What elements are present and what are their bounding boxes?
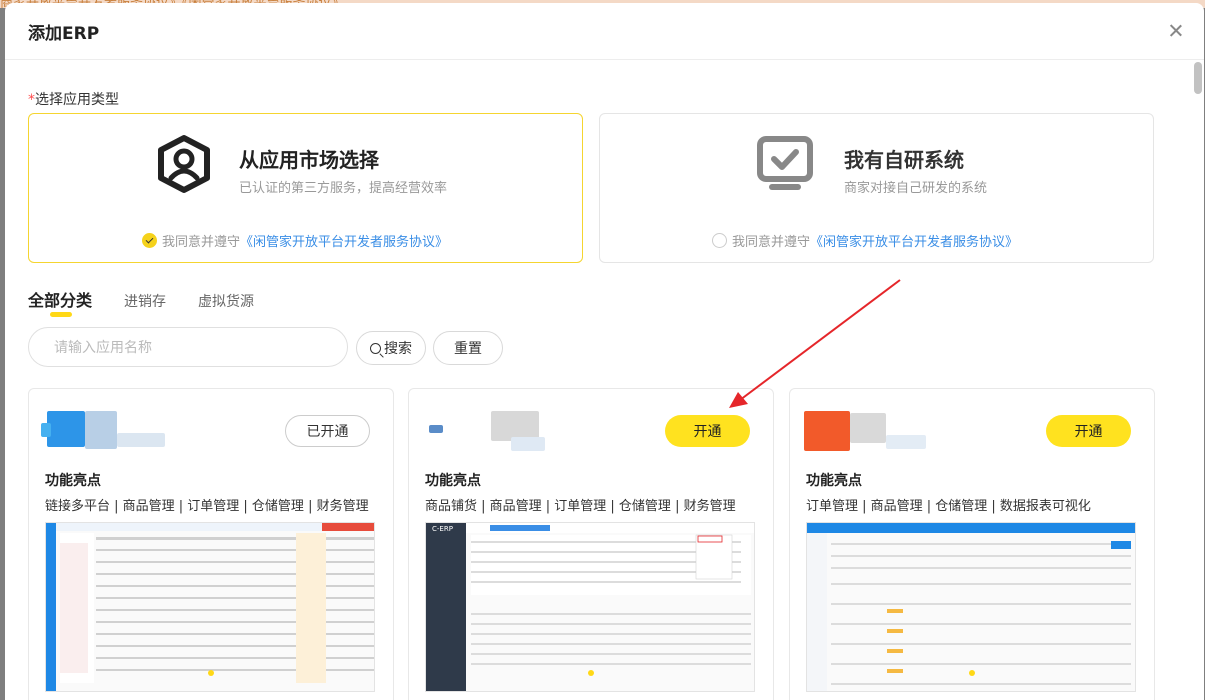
- tab-inventory[interactable]: 进销存: [124, 291, 166, 311]
- type-card-self-developed[interactable]: 我有自研系统 商家对接自己研发的系统 我同意并遵守 《闲管家开放平台开发者服务协…: [599, 113, 1154, 263]
- app-screenshot-image: [46, 523, 374, 691]
- feature-title: 功能亮点: [425, 470, 481, 492]
- feature-list: 订单管理 | 商品管理 | 仓储管理 | 数据报表可视化: [806, 499, 1091, 514]
- agree-text: 我同意并遵守: [732, 235, 811, 250]
- search-button[interactable]: 搜索: [356, 331, 426, 365]
- section-label: *选择应用类型: [28, 89, 119, 109]
- feature-title: 功能亮点: [45, 470, 101, 492]
- scrollbar-thumb[interactable]: [1194, 62, 1202, 94]
- shield-user-icon: [158, 135, 210, 193]
- search-icon: [370, 342, 381, 354]
- type-title: 从应用市场选择: [239, 148, 379, 172]
- tab-virtual-goods[interactable]: 虚拟货源: [198, 291, 254, 311]
- open-button[interactable]: 开通: [665, 415, 750, 447]
- app-screenshot: [45, 522, 375, 692]
- feature-title: 功能亮点: [806, 470, 862, 492]
- app-logo: [41, 409, 165, 451]
- app-logo: [802, 409, 926, 451]
- open-button[interactable]: 开通: [1046, 415, 1131, 447]
- search-button-label: 搜索: [384, 341, 412, 357]
- reset-button[interactable]: 重置: [433, 331, 503, 365]
- screenshot-brand: C-ERP: [432, 525, 453, 533]
- opened-button[interactable]: 已开通: [285, 415, 370, 447]
- section-label-text: 选择应用类型: [35, 92, 119, 108]
- close-icon[interactable]: [1166, 21, 1186, 41]
- agreement-checkbox[interactable]: 我同意并遵守 《闲管家开放平台开发者服务协议》: [712, 231, 1018, 250]
- checked-icon[interactable]: [142, 233, 157, 248]
- app-screenshot-image: C-ERP: [426, 523, 754, 691]
- app-card: 开通 功能亮点 订单管理 | 商品管理 | 仓储管理 | 数据报表可视化: [789, 388, 1155, 700]
- agree-text: 我同意并遵守: [162, 235, 241, 250]
- tab-all[interactable]: 全部分类: [28, 287, 92, 317]
- agreement-checkbox[interactable]: 我同意并遵守 《闲管家开放平台开发者服务协议》: [142, 231, 448, 250]
- app-card: 已开通 功能亮点 链接多平台 | 商品管理 | 订单管理 | 仓储管理 | 财务…: [28, 388, 394, 700]
- modal-title: 添加ERP: [28, 23, 100, 44]
- unchecked-icon[interactable]: [712, 233, 727, 248]
- agreement-link[interactable]: 《闲管家开放平台开发者服务协议》: [810, 231, 1018, 250]
- type-desc: 已认证的第三方服务，提高经营效率: [239, 181, 448, 196]
- type-desc: 商家对接自己研发的系统: [844, 181, 988, 196]
- feature-list: 商品铺货 | 商品管理 | 订单管理 | 仓储管理 | 财务管理: [425, 499, 736, 514]
- app-screenshot: [806, 522, 1136, 692]
- type-title: 我有自研系统: [844, 148, 964, 172]
- app-screenshot-image: [807, 523, 1135, 691]
- search-input[interactable]: 请输入应用名称: [28, 327, 348, 367]
- add-erp-modal: 添加ERP *选择应用类型 从应用市场选择 已认证的第三方服务，提高经营效率 我…: [5, 3, 1204, 700]
- type-card-app-market[interactable]: 从应用市场选择 已认证的第三方服务，提高经营效率 我同意并遵守 《闲管家开放平台…: [28, 113, 583, 263]
- scrollbar[interactable]: [1193, 60, 1203, 700]
- app-logo: [421, 409, 545, 451]
- feature-list: 链接多平台 | 商品管理 | 订单管理 | 仓储管理 | 财务管理: [45, 499, 369, 514]
- monitor-check-icon: [757, 136, 813, 190]
- app-screenshot: C-ERP: [425, 522, 755, 692]
- app-card: 开通 功能亮点 商品铺货 | 商品管理 | 订单管理 | 仓储管理 | 财务管理…: [408, 388, 774, 700]
- agreement-link[interactable]: 《闲管家开放平台开发者服务协议》: [240, 231, 448, 250]
- required-mark: *: [28, 92, 35, 108]
- category-tabs: 全部分类 进销存 虚拟货源: [28, 287, 286, 317]
- modal-header: 添加ERP: [5, 3, 1204, 60]
